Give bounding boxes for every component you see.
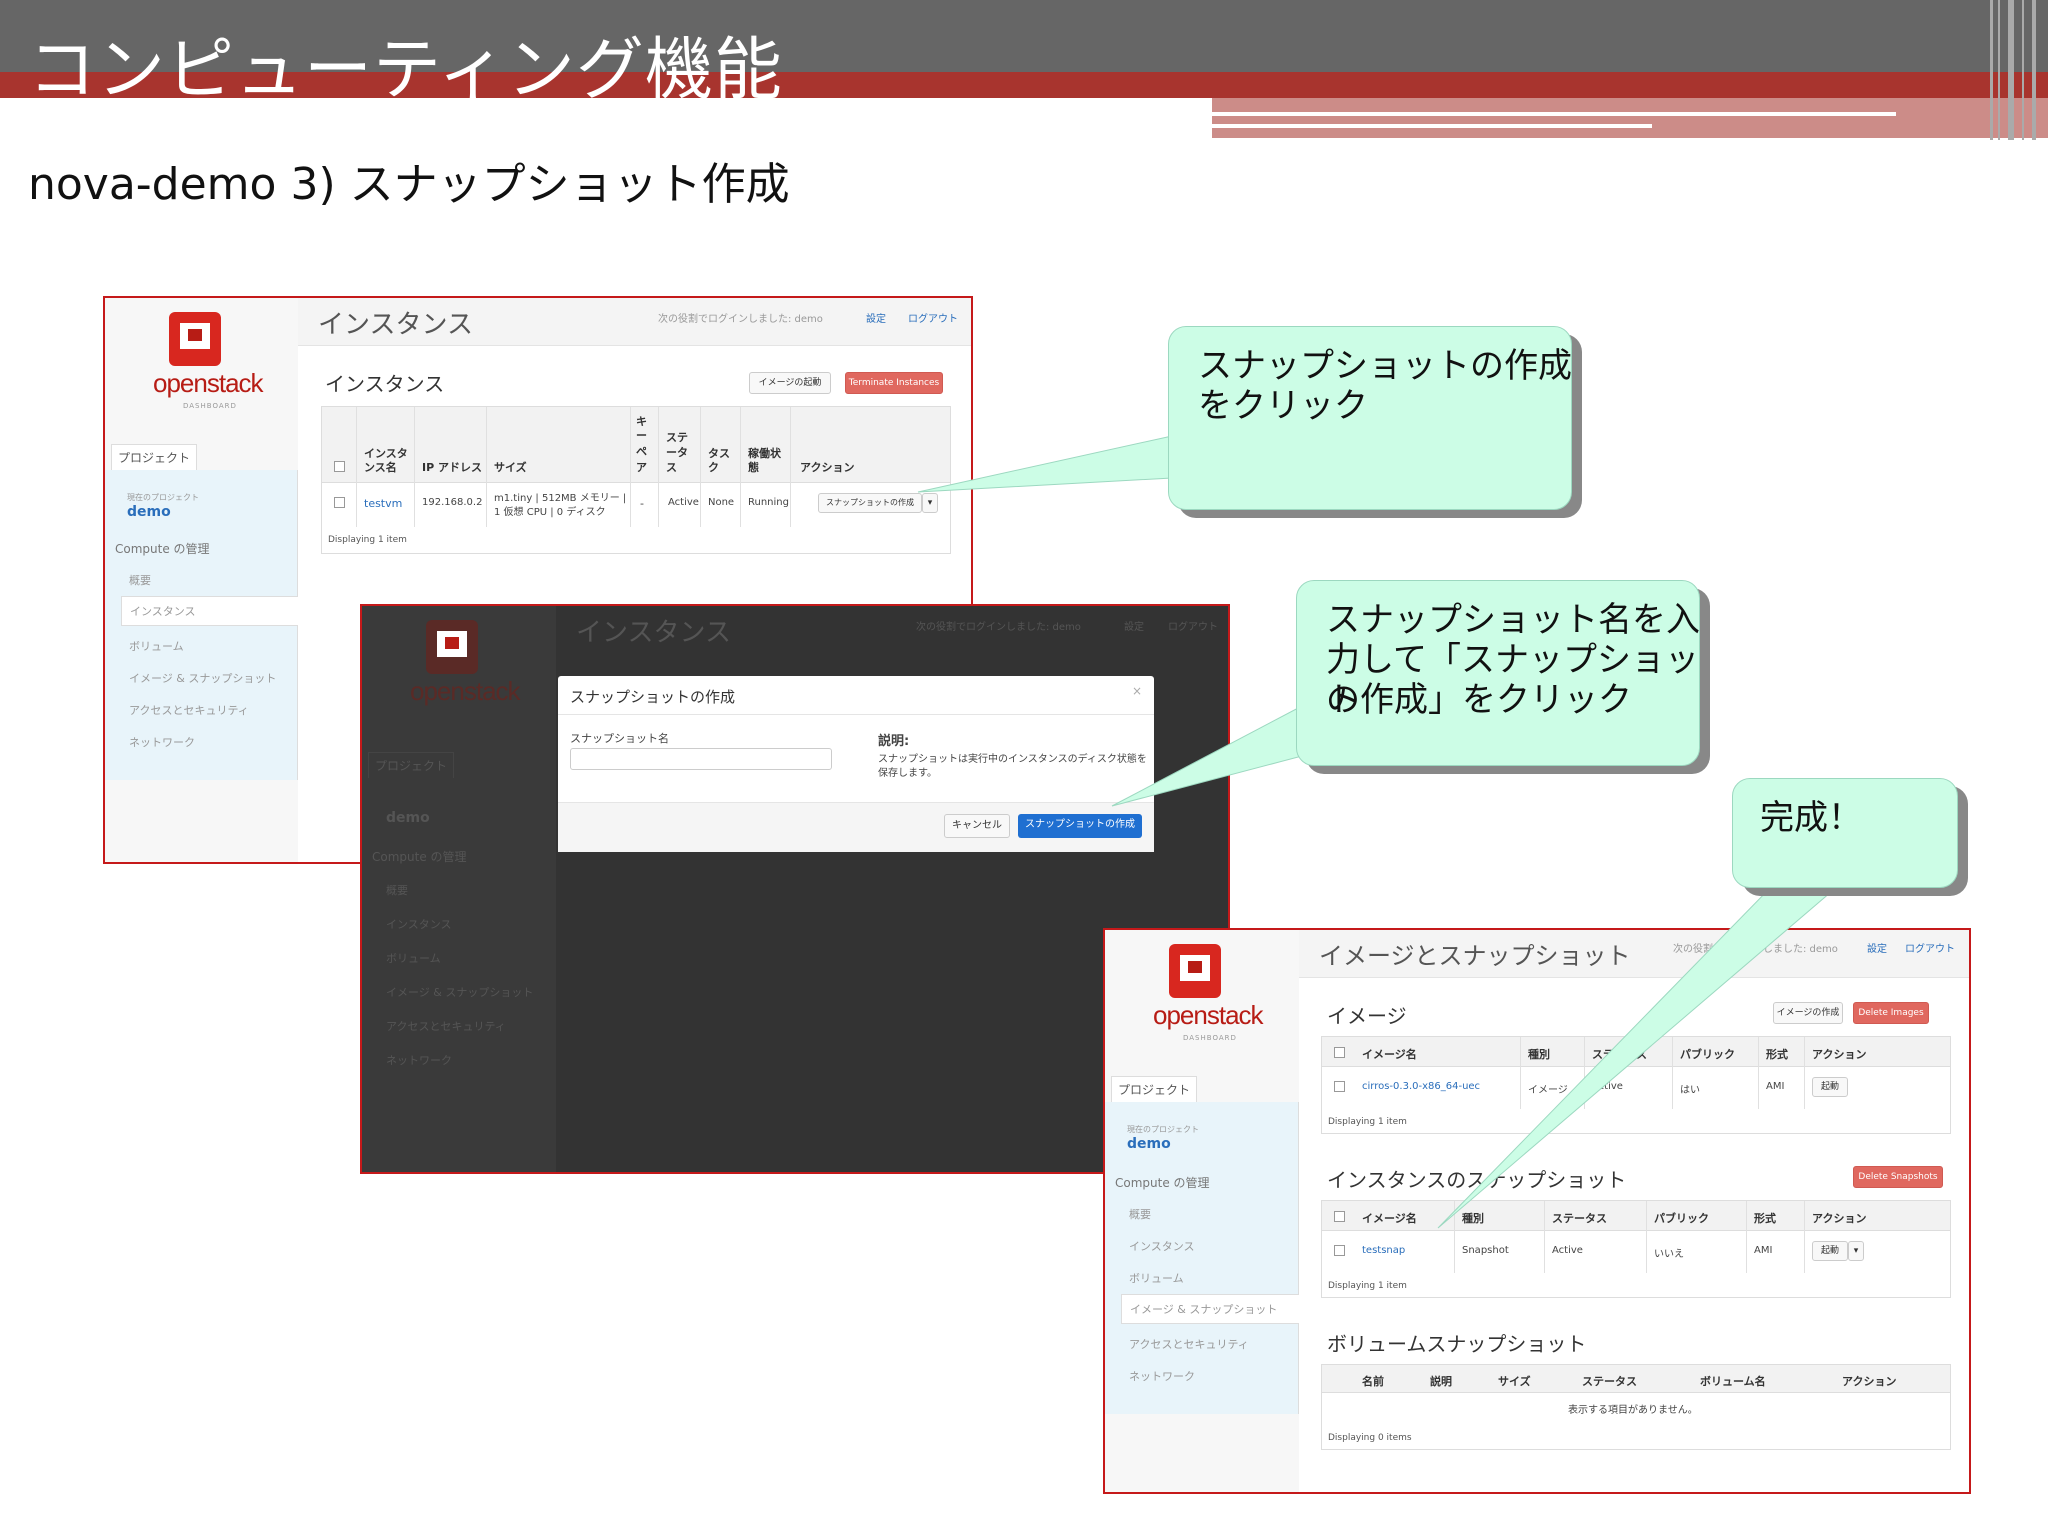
callout-3-pointer: [1437, 885, 1840, 1229]
callout-1-line-1: スナップショットの作成: [1198, 346, 1572, 386]
callout-3-text: 完成！: [1760, 798, 1862, 838]
callout-2-pointer: [1111, 705, 1303, 807]
callout-pointers: [917, 435, 1840, 1229]
callout-3: 完成！: [1732, 778, 1968, 896]
callout-1: スナップショットの作成 をクリック: [1168, 326, 1582, 518]
callout-1-line-2: をクリック: [1198, 386, 1368, 426]
callout-1-pointer: [917, 435, 1173, 493]
callout-2-line-3: の作成」をクリック: [1326, 680, 1632, 720]
callout-2-line-1: スナップショット名を入: [1326, 600, 1700, 640]
callout-2: スナップショット名を入 力して「スナップショット の作成」をクリック: [1296, 580, 1710, 774]
